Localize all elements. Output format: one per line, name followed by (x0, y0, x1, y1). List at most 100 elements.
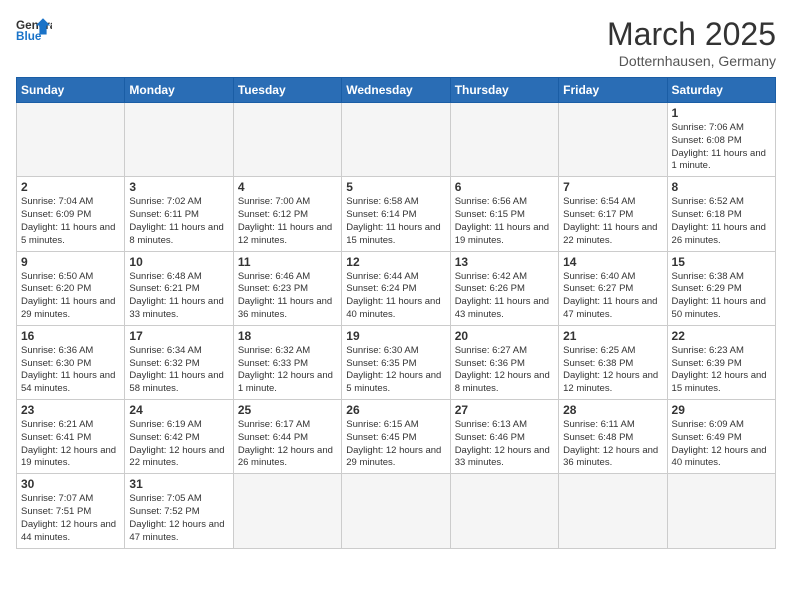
day-info: Sunrise: 6:15 AM Sunset: 6:45 PM Dayligh… (346, 419, 445, 470)
table-row: 31 Sunrise: 7:05 AM Sunset: 7:52 PM Dayli… (125, 474, 233, 548)
day-number: 10 (129, 255, 228, 269)
col-monday: Monday (125, 78, 233, 103)
calendar-week-row: 23Sunrise: 6:21 AM Sunset: 6:41 PM Dayli… (17, 400, 776, 474)
table-row: 8 Sunrise: 6:52 AM Sunset: 6:18 PM Daylig… (667, 177, 775, 251)
day-number: 31 (129, 477, 228, 491)
day-number: 19 (346, 329, 445, 343)
day-info: Sunrise: 7:02 AM Sunset: 6:11 PM Dayligh… (129, 196, 228, 247)
table-row: 22Sunrise: 6:23 AM Sunset: 6:39 PM Dayli… (667, 325, 775, 399)
day-number: 7 (563, 180, 662, 194)
day-number: 8 (672, 180, 771, 194)
day-number: 20 (455, 329, 554, 343)
day-info: Sunrise: 6:13 AM Sunset: 6:46 PM Dayligh… (455, 419, 554, 470)
location: Dotternhausen, Germany (607, 53, 776, 69)
day-number: 9 (21, 255, 120, 269)
day-number: 17 (129, 329, 228, 343)
day-info: Sunrise: 6:40 AM Sunset: 6:27 PM Dayligh… (563, 271, 662, 322)
day-number: 12 (346, 255, 445, 269)
table-row: 9 Sunrise: 6:50 AM Sunset: 6:20 PM Daylig… (17, 251, 125, 325)
table-row: 11 Sunrise: 6:46 AM Sunset: 6:23 PM Dayli… (233, 251, 341, 325)
day-info: Sunrise: 6:21 AM Sunset: 6:41 PM Dayligh… (21, 419, 120, 470)
table-row: 23Sunrise: 6:21 AM Sunset: 6:41 PM Dayli… (17, 400, 125, 474)
day-info: Sunrise: 6:36 AM Sunset: 6:30 PM Dayligh… (21, 345, 120, 396)
day-info: Sunrise: 6:23 AM Sunset: 6:39 PM Dayligh… (672, 345, 771, 396)
day-number: 2 (21, 180, 120, 194)
day-number: 26 (346, 403, 445, 417)
day-info: Sunrise: 6:46 AM Sunset: 6:23 PM Dayligh… (238, 271, 337, 322)
month-title: March 2025 (607, 16, 776, 53)
day-info: Sunrise: 6:11 AM Sunset: 6:48 PM Dayligh… (563, 419, 662, 470)
day-number: 1 (672, 106, 771, 120)
table-row: 2 Sunrise: 7:04 AM Sunset: 6:09 PM Daylig… (17, 177, 125, 251)
day-info: Sunrise: 6:34 AM Sunset: 6:32 PM Dayligh… (129, 345, 228, 396)
day-number: 25 (238, 403, 337, 417)
generalblue-logo-icon: General Blue (16, 16, 52, 44)
col-saturday: Saturday (667, 78, 775, 103)
day-info: Sunrise: 6:48 AM Sunset: 6:21 PM Dayligh… (129, 271, 228, 322)
table-row: 18Sunrise: 6:32 AM Sunset: 6:33 PM Dayli… (233, 325, 341, 399)
table-row: 5 Sunrise: 6:58 AM Sunset: 6:14 PM Daylig… (342, 177, 450, 251)
table-row (559, 103, 667, 177)
table-row (233, 474, 341, 548)
table-row (559, 474, 667, 548)
day-number: 21 (563, 329, 662, 343)
table-row: 27 Sunrise: 6:13 AM Sunset: 6:46 PM Dayli… (450, 400, 558, 474)
page-header: General Blue March 2025 Dotternhausen, G… (16, 16, 776, 69)
col-tuesday: Tuesday (233, 78, 341, 103)
table-row: 10 Sunrise: 6:48 AM Sunset: 6:21 PM Dayli… (125, 251, 233, 325)
table-row: 29Sunrise: 6:09 AM Sunset: 6:49 PM Dayli… (667, 400, 775, 474)
table-row: 30 Sunrise: 7:07 AM Sunset: 7:51 PM Dayli… (17, 474, 125, 548)
title-block: March 2025 Dotternhausen, Germany (607, 16, 776, 69)
table-row (125, 103, 233, 177)
col-wednesday: Wednesday (342, 78, 450, 103)
day-info: Sunrise: 6:52 AM Sunset: 6:18 PM Dayligh… (672, 196, 771, 247)
table-row: 28 Sunrise: 6:11 AM Sunset: 6:48 PM Dayli… (559, 400, 667, 474)
table-row: 4 Sunrise: 7:00 AM Sunset: 6:12 PM Daylig… (233, 177, 341, 251)
day-info: Sunrise: 7:00 AM Sunset: 6:12 PM Dayligh… (238, 196, 337, 247)
calendar-week-row: 1Sunrise: 7:06 AM Sunset: 6:08 PM Daylig… (17, 103, 776, 177)
day-number: 16 (21, 329, 120, 343)
day-info: Sunrise: 6:58 AM Sunset: 6:14 PM Dayligh… (346, 196, 445, 247)
table-row: 19Sunrise: 6:30 AM Sunset: 6:35 PM Dayli… (342, 325, 450, 399)
table-row: 12Sunrise: 6:44 AM Sunset: 6:24 PM Dayli… (342, 251, 450, 325)
day-info: Sunrise: 7:05 AM Sunset: 7:52 PM Dayligh… (129, 493, 228, 544)
day-number: 3 (129, 180, 228, 194)
col-thursday: Thursday (450, 78, 558, 103)
day-number: 30 (21, 477, 120, 491)
table-row: 26 Sunrise: 6:15 AM Sunset: 6:45 PM Dayli… (342, 400, 450, 474)
table-row: 3 Sunrise: 7:02 AM Sunset: 6:11 PM Daylig… (125, 177, 233, 251)
table-row: 16 Sunrise: 6:36 AM Sunset: 6:30 PM Dayli… (17, 325, 125, 399)
day-number: 6 (455, 180, 554, 194)
calendar-week-row: 16 Sunrise: 6:36 AM Sunset: 6:30 PM Dayli… (17, 325, 776, 399)
calendar-table: Sunday Monday Tuesday Wednesday Thursday… (16, 77, 776, 549)
calendar-week-row: 9 Sunrise: 6:50 AM Sunset: 6:20 PM Daylig… (17, 251, 776, 325)
day-number: 4 (238, 180, 337, 194)
table-row: 21Sunrise: 6:25 AM Sunset: 6:38 PM Dayli… (559, 325, 667, 399)
table-row: 25Sunrise: 6:17 AM Sunset: 6:44 PM Dayli… (233, 400, 341, 474)
col-friday: Friday (559, 78, 667, 103)
day-info: Sunrise: 6:50 AM Sunset: 6:20 PM Dayligh… (21, 271, 120, 322)
day-info: Sunrise: 6:54 AM Sunset: 6:17 PM Dayligh… (563, 196, 662, 247)
day-number: 5 (346, 180, 445, 194)
day-info: Sunrise: 7:04 AM Sunset: 6:09 PM Dayligh… (21, 196, 120, 247)
logo: General Blue (16, 16, 52, 44)
day-info: Sunrise: 6:38 AM Sunset: 6:29 PM Dayligh… (672, 271, 771, 322)
day-number: 11 (238, 255, 337, 269)
calendar-header-row: Sunday Monday Tuesday Wednesday Thursday… (17, 78, 776, 103)
table-row: 6Sunrise: 6:56 AM Sunset: 6:15 PM Daylig… (450, 177, 558, 251)
table-row: 1Sunrise: 7:06 AM Sunset: 6:08 PM Daylig… (667, 103, 775, 177)
table-row (342, 474, 450, 548)
table-row: 7 Sunrise: 6:54 AM Sunset: 6:17 PM Daylig… (559, 177, 667, 251)
day-number: 27 (455, 403, 554, 417)
day-info: Sunrise: 6:09 AM Sunset: 6:49 PM Dayligh… (672, 419, 771, 470)
svg-text:Blue: Blue (16, 30, 42, 43)
day-info: Sunrise: 6:42 AM Sunset: 6:26 PM Dayligh… (455, 271, 554, 322)
day-number: 28 (563, 403, 662, 417)
day-number: 15 (672, 255, 771, 269)
day-number: 24 (129, 403, 228, 417)
table-row (342, 103, 450, 177)
calendar-week-row: 30 Sunrise: 7:07 AM Sunset: 7:51 PM Dayli… (17, 474, 776, 548)
table-row: 20Sunrise: 6:27 AM Sunset: 6:36 PM Dayli… (450, 325, 558, 399)
table-row (17, 103, 125, 177)
day-info: Sunrise: 7:07 AM Sunset: 7:51 PM Dayligh… (21, 493, 120, 544)
